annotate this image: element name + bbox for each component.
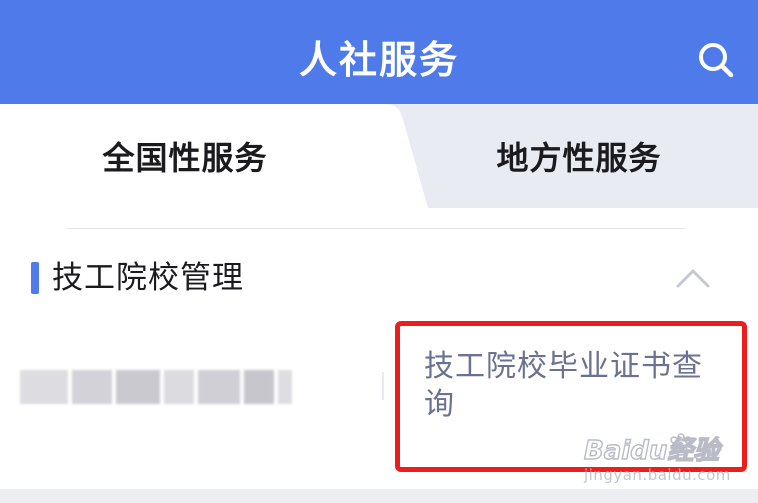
page-title: 人社服务 [298,38,459,82]
service-tabs: 全国性服务 地方性服务 [0,104,758,208]
tab-national-services[interactable]: 全国性服务 [0,104,370,208]
app-screen: 人社服务 全国性服务 地方性服务 技工院校管理 技工院校毕业证书查询 Baidu… [0,0,758,503]
section-title: 技工院校管理 [52,260,244,296]
watermark-url: jingyan.baidu.com [584,466,731,484]
item-separator [382,372,384,400]
baidu-jingyan-watermark: Baidu经验 jingyan.baidu.com [583,430,734,486]
bottom-bar [0,489,758,503]
blurred-service-item[interactable] [20,366,292,410]
tab-local-services[interactable]: 地方性服务 [400,104,758,208]
paw-icon [670,433,692,456]
header-bar: 人社服务 [0,0,758,104]
watermark-logo: Baidu经验 [583,435,720,466]
chevron-up-icon[interactable] [670,258,716,298]
search-icon[interactable] [694,38,738,82]
divider [66,228,686,229]
section-accent-bar [31,262,39,294]
